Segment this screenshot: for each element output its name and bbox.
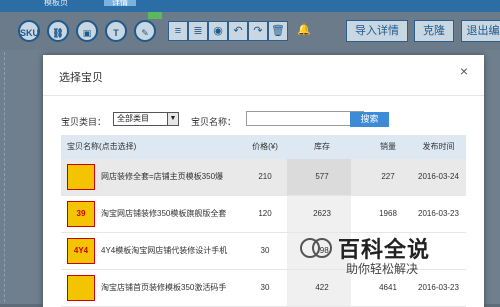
tab-templates[interactable]: 模板页 [44,0,68,6]
category-select[interactable]: 全部类目 ▼ [113,112,179,126]
align-right-icon[interactable]: ≣ [188,21,208,41]
product-sales: 227 [381,172,395,181]
product-price: 210 [258,172,272,181]
category-label: 宝贝类目： [61,117,107,127]
text-icon[interactable]: T [105,20,127,42]
clone-button[interactable]: 克隆 [414,20,454,42]
dialog-title: 选择宝贝 [59,72,103,84]
product-price: 120 [258,209,272,218]
compass-icon[interactable]: ◉ [208,21,228,41]
category-select-value: 全部类目 [117,114,149,123]
header-date: 发布时间 [422,142,455,151]
name-search-input[interactable] [246,111,364,126]
editor-toolbar: SKU ⛓ ▣ T ✎ ≡ ≣ ◉ ↶ ↷ 🗑 🔔 导入详情 克隆 退出编 [0,12,500,50]
tab-details[interactable]: 详情 [104,0,136,6]
exit-edit-button[interactable]: 退出编 [461,20,500,42]
table-row[interactable]: 39 淘宝网店铺装修350模板旗舰版全套 120 2623 1968 2016-… [61,196,466,233]
product-price: 30 [260,283,270,292]
name-label: 宝贝名称： [191,117,237,127]
sku-button[interactable]: SKU [18,20,40,42]
pen-icon[interactable]: ✎ [134,20,156,42]
align-left-icon[interactable]: ≡ [168,21,188,41]
import-details-button[interactable]: 导入详情 [346,20,408,42]
trash-icon[interactable]: 🗑 [268,21,288,41]
product-name[interactable]: 淘宝店铺首页装修模板350激活码手 [101,270,243,306]
header-stock: 库存 [314,142,330,151]
canvas-guide [4,52,43,302]
product-thumbnail: 39 [67,201,95,227]
table-header: 宝贝名称(点击选择) 价格(¥) 库存 销量 发布时间 [61,135,466,159]
product-name[interactable]: 网店装修全套=店铺主页模板350爆 [101,159,243,195]
product-name[interactable]: 淘宝网店铺装修350模板旗舰版全套 [101,196,243,232]
link-icon[interactable]: ⛓ [47,20,69,42]
bell-icon[interactable]: 🔔 [294,21,314,41]
watermark-subtitle: 助你轻松解决 [346,262,419,276]
new-badge [148,12,162,19]
product-thumbnail [67,164,95,190]
product-stock: 2623 [313,209,331,218]
header-price: 价格(¥) [252,142,278,151]
dialog-divider [43,95,484,96]
product-date: 2016-03-23 [418,209,459,218]
redo-icon[interactable]: ↷ [248,21,268,41]
product-date: 2016-03-24 [418,172,459,181]
product-thumbnail: 4Y4 [67,238,95,264]
undo-icon[interactable]: ↶ [228,21,248,41]
table-row[interactable]: 网店装修全套=店铺主页模板350爆 210 577 227 2016-03-24 [61,159,466,196]
product-price: 30 [260,246,270,255]
product-name[interactable]: 4Y4模板淘宝网店铺代装修设计手机 [101,233,243,269]
header-name: 宝贝名称(点击选择) [67,142,137,151]
image-icon[interactable]: ▣ [76,20,98,42]
product-thumbnail [67,275,95,301]
top-tab-bar: 模板页 详情 [0,0,500,12]
header-sales: 销量 [380,142,396,151]
watermark-logo-icon [300,238,332,258]
watermark: 百科全说 助你轻松解决 [300,232,488,304]
product-sales: 1968 [379,209,397,218]
chevron-down-icon: ▼ [167,113,178,125]
search-button[interactable]: 搜索 [350,112,389,127]
product-stock: 577 [315,172,329,181]
close-icon[interactable]: × [460,63,468,79]
